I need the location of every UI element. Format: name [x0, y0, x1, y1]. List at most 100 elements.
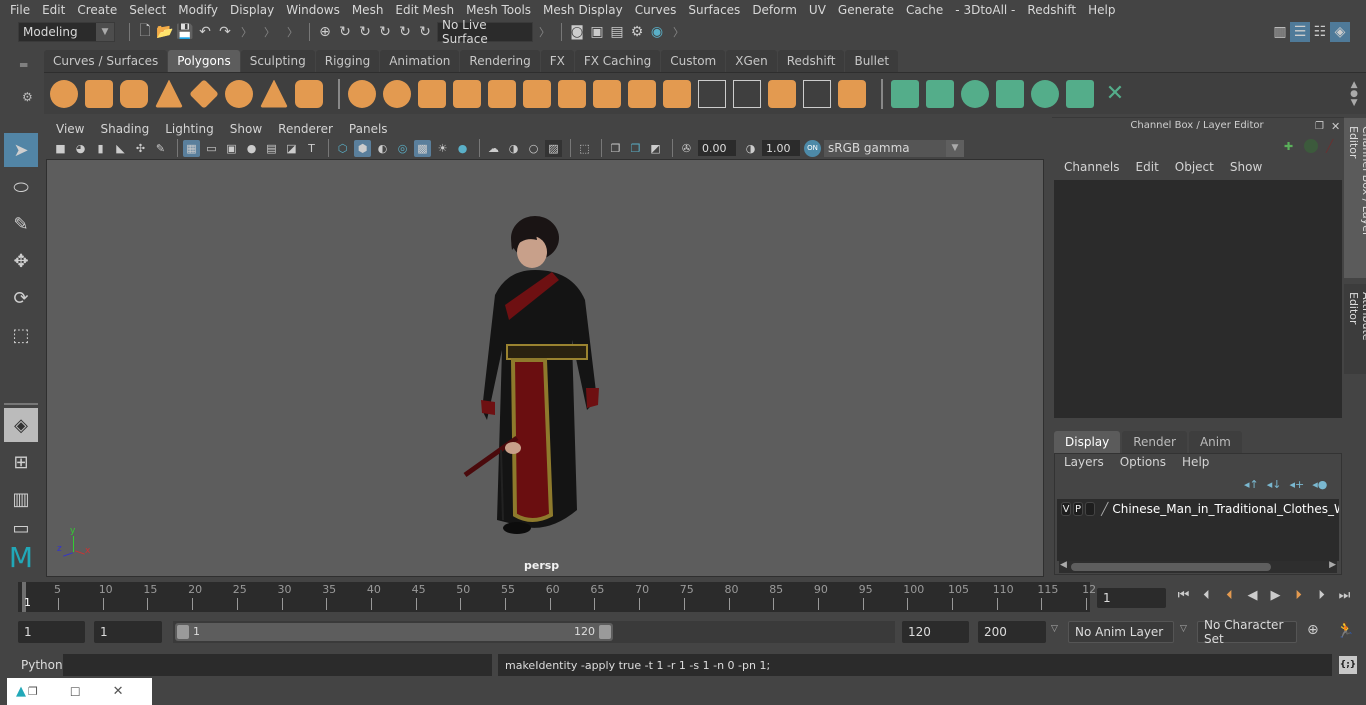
menu-mesh[interactable]: Mesh [346, 3, 390, 17]
step-back-key-icon[interactable]: ⏴ [1218, 588, 1241, 603]
menu-cache[interactable]: Cache [900, 3, 949, 17]
single-perspective-layout-icon[interactable]: ◈ [4, 408, 38, 442]
anim-layer-field[interactable]: No Anim Layer [1068, 621, 1174, 643]
script-language-label[interactable]: Python [21, 658, 63, 672]
default-material-icon[interactable]: ◐ [374, 140, 391, 157]
move-layer-down-icon[interactable]: ◂↓ [1267, 478, 1282, 491]
redshift-cube-icon[interactable] [996, 79, 1024, 108]
four-view-layout-icon[interactable]: ⊞ [4, 445, 38, 479]
new-scene-icon[interactable]: 🗋 [135, 22, 155, 42]
time-slider[interactable]: 1 5 10 15 20 25 30 35 40 45 50 55 60 65 70 75 80 85 90 95 1… [18, 582, 1096, 612]
restore-icon[interactable]: ❐ [28, 685, 38, 698]
redshift-window-icon[interactable] [1066, 79, 1094, 108]
anti-aliasing-icon[interactable]: ○ [525, 140, 542, 157]
grease-pencil-icon[interactable]: ✎ [152, 140, 169, 157]
gamma-field[interactable]: 1.00 [762, 140, 800, 156]
shelf-tab-animation[interactable]: Animation [380, 50, 460, 72]
camera-attributes-icon[interactable]: ◕ [72, 140, 89, 157]
combine-icon[interactable] [348, 79, 376, 108]
insert-edge-loop-icon[interactable] [663, 79, 691, 108]
xray-joints-icon[interactable]: ❐ [627, 140, 644, 157]
shelf-tab-curves-surfaces[interactable]: Curves / Surfaces [44, 50, 168, 72]
tool-settings-icon[interactable]: ☷ [1310, 22, 1330, 42]
script-editor-icon[interactable]: {;} [1339, 656, 1357, 674]
character-model[interactable] [447, 210, 617, 540]
step-back-icon[interactable]: ⏴ [1195, 588, 1218, 603]
render-settings-icon[interactable]: ⚙ [627, 22, 647, 42]
more-layout-icon[interactable]: ▭ [4, 518, 38, 539]
rotate-tool-icon[interactable]: ⟳ [4, 281, 38, 315]
bevel-icon[interactable] [488, 79, 516, 108]
mirror-icon[interactable] [418, 79, 446, 108]
shelf-tab-fx-caching[interactable]: FX Caching [574, 50, 661, 72]
2d-pan-zoom-icon[interactable]: ✣ [132, 140, 149, 157]
menu-mesh-display[interactable]: Mesh Display [537, 3, 629, 17]
menu-generate[interactable]: Generate [832, 3, 900, 17]
tab-channel-box[interactable]: Channel Box / Layer Editor [1344, 118, 1366, 278]
shelf-tab-fx[interactable]: FX [540, 50, 574, 72]
bookmark-icon[interactable]: ▮ [92, 140, 109, 157]
go-to-start-icon[interactable]: ⏮ [1172, 588, 1195, 603]
collapse-icon[interactable]: 〉 [241, 24, 252, 40]
redshift-sphere-icon[interactable] [961, 79, 989, 108]
panel-menu-renderer[interactable]: Renderer [270, 122, 341, 136]
field-chart-icon[interactable]: ▤ [263, 140, 280, 157]
layer-color-icon[interactable]: ╱ [1101, 502, 1108, 516]
color-management-toggle[interactable]: ON [804, 139, 821, 157]
ambient-occlusion-icon[interactable]: ☁ [485, 140, 502, 157]
layer-menu-help[interactable]: Help [1174, 455, 1217, 469]
command-input[interactable] [63, 654, 492, 676]
menu-curves[interactable]: Curves [629, 3, 683, 17]
xray-active-icon[interactable]: ◩ [647, 140, 664, 157]
channel-menu-edit[interactable]: Edit [1128, 160, 1167, 178]
render-frame-icon[interactable]: ▣ [587, 22, 607, 42]
automatic-uv-icon[interactable] [768, 79, 796, 108]
wireframe-icon[interactable]: ⬡ [334, 140, 351, 157]
float-panel-icon[interactable]: ❐ [1315, 121, 1324, 132]
layer-menu-options[interactable]: Options [1112, 455, 1174, 469]
multicut-icon[interactable] [558, 79, 586, 108]
select-tool-icon[interactable]: ➤ [4, 133, 38, 167]
wireframe-on-shaded-icon[interactable]: ◎ [394, 140, 411, 157]
cylindrical-uv-icon[interactable] [733, 79, 761, 108]
close-icon[interactable]: ✕ [113, 684, 124, 699]
viewport-persp[interactable]: y x z persp [46, 159, 1044, 577]
snap-live-icon[interactable]: ↻ [415, 22, 435, 42]
play-backward-icon[interactable]: ◀ [1241, 588, 1264, 603]
step-forward-key-icon[interactable]: ⏵ [1287, 588, 1310, 603]
layout-uv-icon[interactable] [838, 79, 866, 108]
poly-cylinder-icon[interactable] [120, 79, 148, 108]
separate-icon[interactable] [383, 79, 411, 108]
move-layer-up-icon[interactable]: ◂↑ [1244, 478, 1259, 491]
paint-select-tool-icon[interactable]: ✎ [4, 207, 38, 241]
exposure-field[interactable]: 0.00 [698, 140, 736, 156]
safe-action-icon[interactable]: ◪ [283, 140, 300, 157]
hypershade-icon[interactable]: ◉ [647, 22, 667, 42]
tab-attribute-editor[interactable]: Attribute Editor [1344, 284, 1366, 374]
channel-box-area[interactable] [1054, 180, 1342, 418]
panel-menu-shading[interactable]: Shading [92, 122, 157, 136]
bridge-icon[interactable] [628, 79, 656, 108]
shelf-tab-rendering[interactable]: Rendering [460, 50, 540, 72]
shelf-tab-polygons[interactable]: Polygons [168, 50, 240, 72]
poly-cone-icon[interactable] [155, 79, 183, 108]
range-end-handle[interactable] [599, 625, 611, 639]
panel-menu-show[interactable]: Show [222, 122, 270, 136]
shelf-tab-redshift[interactable]: Redshift [777, 50, 845, 72]
menu-edit-mesh[interactable]: Edit Mesh [389, 3, 460, 17]
key-selected-icon[interactable]: ╱ [1326, 139, 1333, 153]
layer-tab-anim[interactable]: Anim [1188, 431, 1242, 453]
camera-icon[interactable]: ■ [52, 140, 69, 157]
resolution-gate-icon[interactable]: ▣ [223, 140, 240, 157]
layer-tab-display[interactable]: Display [1054, 431, 1121, 453]
poly-sphere-icon[interactable] [50, 79, 78, 108]
lights-icon[interactable]: ☀ [434, 140, 451, 157]
poly-cube-icon[interactable] [85, 79, 113, 108]
panel-menu-view[interactable]: View [48, 122, 92, 136]
open-scene-icon[interactable]: 📂 [155, 22, 175, 42]
collapse-icon[interactable]: 〉 [539, 24, 550, 40]
depth-of-field-icon[interactable]: ▨ [545, 139, 562, 157]
snap-point-icon[interactable]: ↻ [355, 22, 375, 42]
redo-icon[interactable]: ↷ [215, 22, 235, 42]
move-tool-icon[interactable]: ✥ [4, 244, 38, 278]
